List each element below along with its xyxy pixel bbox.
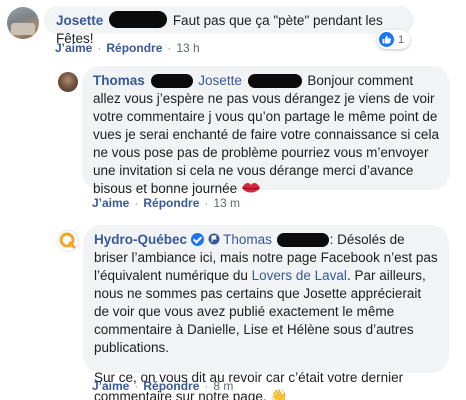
avatar-josette[interactable] xyxy=(7,7,39,39)
reply-link[interactable]: Répondre xyxy=(106,41,162,55)
comment-bubble-hydro-quebec: Hydro-Québec Thomas : Désolés de briser … xyxy=(83,225,449,400)
mention-josette[interactable]: Josette xyxy=(198,73,242,88)
lips-emoji-icon xyxy=(241,181,261,195)
avatar-hydro-quebec[interactable] xyxy=(57,230,79,252)
comment-timestamp[interactable]: 13 m xyxy=(213,196,240,210)
comment-author[interactable]: Hydro-Québec xyxy=(94,232,187,247)
comment-timestamp[interactable]: 13 h xyxy=(176,41,199,55)
verified-badge-icon xyxy=(190,233,204,246)
like-link[interactable]: J’aime xyxy=(92,379,129,393)
like-link[interactable]: J’aime xyxy=(55,41,92,55)
comment-actions: J’aime · Répondre · 8 m xyxy=(92,379,234,393)
reply-link[interactable]: Répondre xyxy=(143,196,199,210)
page-flag-icon xyxy=(208,232,220,245)
reply-link[interactable]: Répondre xyxy=(143,379,199,393)
avatar-thomas[interactable] xyxy=(58,72,78,92)
comment-actions: J’aime · Répondre · 13 m xyxy=(92,196,241,210)
comment-actions: J’aime · Répondre · 13 h xyxy=(55,41,200,55)
comment-text: Bonjour comment allez vous j’espère ne p… xyxy=(93,73,439,196)
like-link[interactable]: J’aime xyxy=(92,196,129,210)
comment-author[interactable]: Josette xyxy=(56,13,103,28)
waving-hand-emoji-icon: 👋 xyxy=(270,388,288,400)
reaction-badge[interactable]: 1 xyxy=(377,30,411,49)
redacted-surname xyxy=(247,74,302,88)
mention-thomas[interactable]: Thomas xyxy=(223,232,272,247)
redacted-surname xyxy=(276,233,329,247)
comment-paragraph-1: Hydro-Québec Thomas : Désolés de briser … xyxy=(94,231,438,357)
reaction-count: 1 xyxy=(398,33,405,46)
comment-author[interactable]: Thomas xyxy=(93,73,145,88)
comment-bubble-thomas: Thomas Josette Bonjour comment allez vou… xyxy=(82,66,450,196)
comment-timestamp[interactable]: 8 m xyxy=(213,379,233,393)
lovers-de-laval-link[interactable]: Lovers de Laval xyxy=(252,268,347,283)
redacted-surname xyxy=(109,11,168,28)
comment-bubble-josette: Josette Faut pas que ça "pète" pendant l… xyxy=(44,6,414,46)
like-icon xyxy=(379,32,394,47)
redacted-surname xyxy=(150,74,193,88)
